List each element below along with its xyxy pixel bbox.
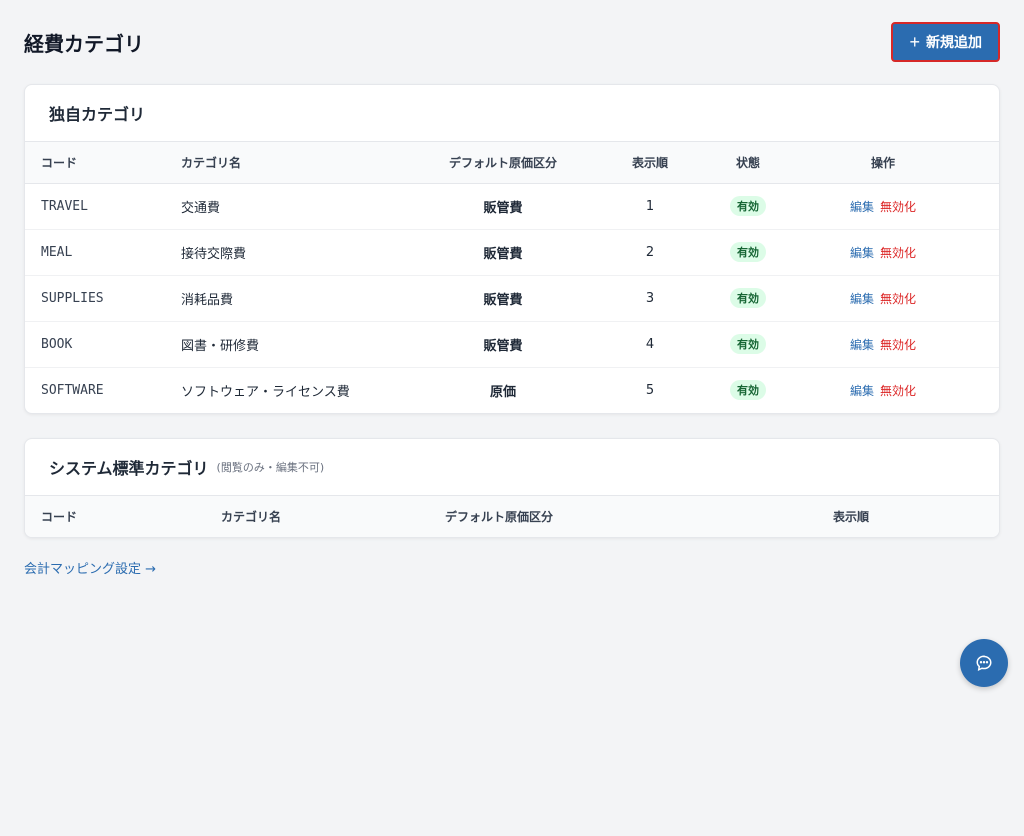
table-row: BOOK 図書・研修費 販管費 4 有効 編集 無効化 [25, 321, 999, 367]
page-title: 経費カテゴリ [24, 31, 144, 56]
table-row: SUPPLIES 消耗品費 販管費 3 有効 編集 無効化 [25, 275, 999, 321]
column-header-cost: デフォルト原価区分 [445, 509, 554, 524]
status-cell: 有効 [729, 321, 767, 367]
add-new-label: 新規追加 [926, 34, 982, 50]
column-header-actions: 操作 [870, 155, 895, 170]
category-name: 消耗品費 [181, 292, 234, 308]
edit-link[interactable]: 編集 [850, 246, 874, 260]
system-card-title: システム標準カテゴリ [49, 459, 209, 478]
status-badge: 有効 [730, 334, 766, 354]
disable-link[interactable]: 無効化 [880, 292, 916, 306]
add-new-button[interactable]: + 新規追加 [891, 22, 1000, 62]
actions-cell: 編集 無効化 [767, 275, 999, 321]
column-header-name: カテゴリ名 [221, 509, 282, 524]
disable-link[interactable]: 無効化 [880, 200, 916, 214]
category-cost-type: 原価 [489, 384, 516, 400]
status-cell: 有効 [729, 275, 767, 321]
status-cell: 有効 [729, 367, 767, 413]
edit-link[interactable]: 編集 [850, 292, 874, 306]
custom-categories-card: 独自カテゴリ コード カテゴリ名 デフォルト原価区分 表示順 状態 操作 TRA… [24, 84, 1000, 414]
status-cell: 有効 [729, 183, 767, 229]
disable-link[interactable]: 無効化 [880, 246, 916, 260]
category-cost-type: 販管費 [483, 338, 523, 354]
category-cost-type: 販管費 [483, 246, 523, 262]
page-header: 経費カテゴリ + 新規追加 [24, 22, 1000, 62]
status-badge: 有効 [730, 196, 766, 216]
status-cell: 有効 [729, 229, 767, 275]
edit-link[interactable]: 編集 [850, 338, 874, 352]
category-name: 交通費 [181, 200, 221, 216]
system-card-header: システム標準カテゴリ (閲覧のみ・編集不可) [25, 439, 999, 496]
column-header-name: カテゴリ名 [181, 155, 242, 170]
column-header-code: コード [41, 509, 78, 524]
status-badge: 有効 [730, 380, 766, 401]
accounting-mapping-link[interactable]: 会計マッピング設定 → [24, 558, 156, 577]
column-header-cost: デフォルト原価区分 [448, 155, 557, 170]
category-code: BOOK [41, 336, 73, 352]
page: 経費カテゴリ + 新規追加 独自カテゴリ コード カテゴリ名 デフォルト原価区分… [0, 0, 1024, 836]
actions-cell: 編集 無効化 [767, 183, 999, 229]
table-row: MEAL 接待交際費 販管費 2 有効 編集 無効化 [25, 229, 999, 275]
category-order: 2 [645, 244, 655, 260]
status-badge: 有効 [730, 242, 766, 262]
actions-cell: 編集 無効化 [767, 229, 999, 275]
system-categories-table: コード カテゴリ名 デフォルト原価区分 表示順 [25, 496, 999, 537]
category-order: 1 [645, 198, 655, 214]
edit-link[interactable]: 編集 [850, 384, 874, 398]
category-name: 接待交際費 [181, 246, 247, 262]
category-name: ソフトウェア・ライセンス費 [181, 384, 350, 400]
system-categories-card: システム標準カテゴリ (閲覧のみ・編集不可) コード カテゴリ名 デフォルト原価… [24, 438, 1000, 538]
column-header-order: 表示順 [832, 509, 869, 524]
category-cost-type: 販管費 [483, 200, 523, 216]
category-code: SUPPLIES [41, 290, 104, 306]
column-header-code: コード [41, 155, 78, 170]
table-row: SOFTWARE ソフトウェア・ライセンス費 原価 5 有効 編集 無効化 [25, 367, 999, 413]
disable-link[interactable]: 無効化 [880, 338, 916, 352]
column-header-status: 状態 [735, 155, 760, 170]
actions-cell: 編集 無効化 [767, 367, 999, 413]
edit-link[interactable]: 編集 [850, 200, 874, 214]
custom-card-header: 独自カテゴリ [25, 85, 999, 142]
table-row: TRAVEL 交通費 販管費 1 有効 編集 無効化 [25, 183, 999, 229]
table-header-row: コード カテゴリ名 デフォルト原価区分 表示順 状態 操作 [25, 142, 999, 183]
category-code: MEAL [41, 244, 73, 260]
category-order: 5 [645, 382, 655, 398]
column-header-order: 表示順 [631, 155, 668, 170]
status-badge: 有効 [730, 288, 766, 308]
custom-card-title: 独自カテゴリ [49, 105, 146, 124]
category-name: 図書・研修費 [181, 338, 260, 354]
category-code: SOFTWARE [41, 382, 104, 398]
category-code: TRAVEL [41, 198, 88, 214]
disable-link[interactable]: 無効化 [880, 384, 916, 398]
plus-icon: + [909, 32, 920, 52]
system-card-note: (閲覧のみ・編集不可) [216, 461, 325, 474]
category-order: 4 [645, 336, 655, 352]
category-order: 3 [645, 290, 655, 306]
category-cost-type: 販管費 [483, 292, 523, 308]
table-header-row: コード カテゴリ名 デフォルト原価区分 表示順 [25, 496, 999, 537]
chat-bubble-icon [976, 655, 992, 672]
actions-cell: 編集 無効化 [767, 321, 999, 367]
custom-categories-table: コード カテゴリ名 デフォルト原価区分 表示順 状態 操作 TRAVEL 交通費販… [25, 142, 999, 413]
chat-button[interactable] [960, 639, 1008, 687]
